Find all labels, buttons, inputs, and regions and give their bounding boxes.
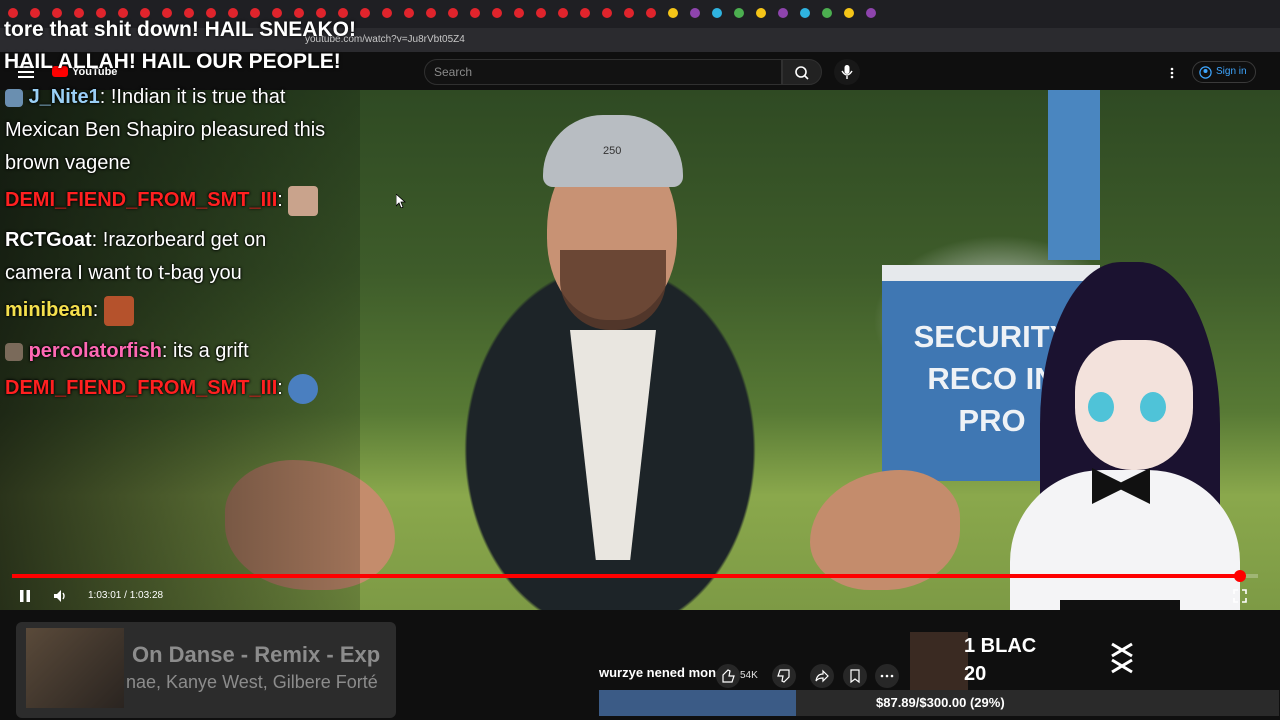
dislike-button[interactable] — [772, 664, 796, 688]
chat-message: RCTGoat: !razorbeard get on — [5, 229, 267, 251]
browser-tab-icon[interactable] — [470, 8, 480, 18]
chat-text-cont: Mexican Ben Shapiro pleasured this — [5, 119, 326, 141]
chat-username: percolatorfish — [28, 340, 162, 362]
fullscreen-icon[interactable] — [1232, 588, 1248, 604]
browser-tab-icon[interactable] — [756, 8, 766, 18]
browser-tab-icon[interactable] — [624, 8, 634, 18]
thumbs-down-icon — [777, 669, 790, 683]
browser-tab-icon[interactable] — [778, 8, 788, 18]
browser-tab-icon[interactable] — [536, 8, 546, 18]
close-icon[interactable] — [1108, 640, 1136, 676]
vtuber-right-eye — [1140, 392, 1166, 422]
browser-tab-icon[interactable] — [712, 8, 722, 18]
browser-tab-icon[interactable] — [668, 8, 678, 18]
chat-line: HAIL ALLAH! HAIL OUR PEOPLE! — [4, 50, 341, 73]
account-icon — [1199, 66, 1212, 79]
badge-icon — [5, 342, 23, 361]
sign-post — [1048, 90, 1100, 260]
promo-line: 1 BLAC — [964, 635, 1037, 657]
chat-username: DEMI_FIEND_FROM_SMT_III — [5, 377, 278, 399]
search-placeholder: Search — [434, 65, 473, 79]
chat-message: DEMI_FIEND_FROM_SMT_III: — [5, 372, 319, 405]
donation-goal-fill — [599, 690, 797, 716]
time-display: 1:03:01 / 1:03:28 — [88, 590, 164, 601]
like-button[interactable] — [716, 664, 740, 688]
more-actions-button[interactable] — [875, 664, 899, 688]
chat-top-lines: tore that shit down! HAIL SNEAKO! HAIL A… — [4, 14, 356, 78]
pause-icon[interactable] — [18, 589, 32, 603]
search-button[interactable] — [782, 59, 822, 85]
browser-tab-icon[interactable] — [404, 8, 414, 18]
browser-tab-icon[interactable] — [602, 8, 612, 18]
cap-patch-text: 250 — [603, 145, 622, 157]
browser-tab-icon[interactable] — [580, 8, 590, 18]
save-button[interactable] — [843, 664, 867, 688]
promo-line: 20 — [964, 663, 987, 685]
ellipsis-icon — [880, 674, 894, 678]
share-button[interactable] — [810, 664, 834, 688]
chat-message: J_Nite1: !Indian it is true that — [5, 81, 285, 114]
chat-message: DEMI_FIEND_FROM_SMT_III: — [5, 184, 319, 217]
progress-bar-fill — [12, 574, 1241, 578]
chat-line: tore that shit down! HAIL SNEAKO! — [4, 18, 356, 41]
mouse-cursor-icon — [396, 194, 406, 208]
browser-tab-icon[interactable] — [558, 8, 568, 18]
video-title[interactable]: wurzye nened money — [599, 665, 730, 680]
browser-tab-icon[interactable] — [360, 8, 370, 18]
chat-text: !Indian it is true that — [110, 86, 286, 108]
browser-tab-icon[interactable] — [822, 8, 832, 18]
chat-text: !razorbeard get on — [102, 229, 267, 251]
badge-icon — [5, 88, 23, 107]
more-options-icon[interactable] — [1170, 66, 1174, 79]
vtuber-left-eye — [1088, 392, 1114, 422]
emote-icon — [288, 373, 319, 404]
chat-text-cont: brown vagene — [5, 152, 131, 174]
chat-text-cont: camera I want to t-bag you — [5, 262, 242, 284]
search-icon — [795, 66, 809, 80]
browser-tab-icon[interactable] — [382, 8, 392, 18]
browser-tab-icon[interactable] — [646, 8, 656, 18]
browser-tab-icon[interactable] — [866, 8, 876, 18]
browser-tab-icon[interactable] — [844, 8, 854, 18]
browser-tab-icon[interactable] — [690, 8, 700, 18]
voice-search-button[interactable] — [834, 59, 860, 85]
browser-tab-icon[interactable] — [448, 8, 458, 18]
sign-in-label: Sign in — [1216, 66, 1247, 77]
chat-username: minibean — [5, 299, 93, 321]
bookmark-icon — [850, 669, 860, 684]
emote-icon — [288, 185, 319, 216]
song-title: On Danse - Remix - Exp — [132, 642, 381, 667]
like-count: 54K — [740, 670, 758, 681]
chat-username: J_Nite1 — [28, 86, 100, 108]
browser-tab-icon[interactable] — [514, 8, 524, 18]
thumbs-up-icon — [722, 669, 735, 683]
chat-username: DEMI_FIEND_FROM_SMT_III — [5, 189, 278, 211]
browser-tab-icon[interactable] — [426, 8, 436, 18]
browser-tab-icon[interactable] — [492, 8, 502, 18]
chat-message: percolatorfish: its a grift — [5, 335, 249, 368]
chat-text: its a grift — [173, 340, 249, 362]
song-artists: nae, Kanye West, Gilbere Forté — [126, 672, 378, 692]
browser-tab-icon[interactable] — [800, 8, 810, 18]
browser-tab-icon[interactable] — [734, 8, 744, 18]
volume-icon[interactable] — [52, 588, 68, 604]
chat-message: minibean: — [5, 294, 134, 327]
microphone-icon — [841, 65, 853, 79]
share-icon — [815, 669, 829, 683]
chat-username: RCTGoat — [5, 229, 92, 251]
emote-icon — [103, 295, 134, 326]
recommended-title[interactable]: 1 BLAC 20 — [964, 632, 1036, 688]
donation-goal-text: $87.89/$300.00 (29%) — [876, 695, 1005, 710]
search-input[interactable] — [424, 59, 782, 85]
recommended-thumbnail[interactable] — [910, 632, 968, 690]
album-art — [26, 628, 124, 708]
